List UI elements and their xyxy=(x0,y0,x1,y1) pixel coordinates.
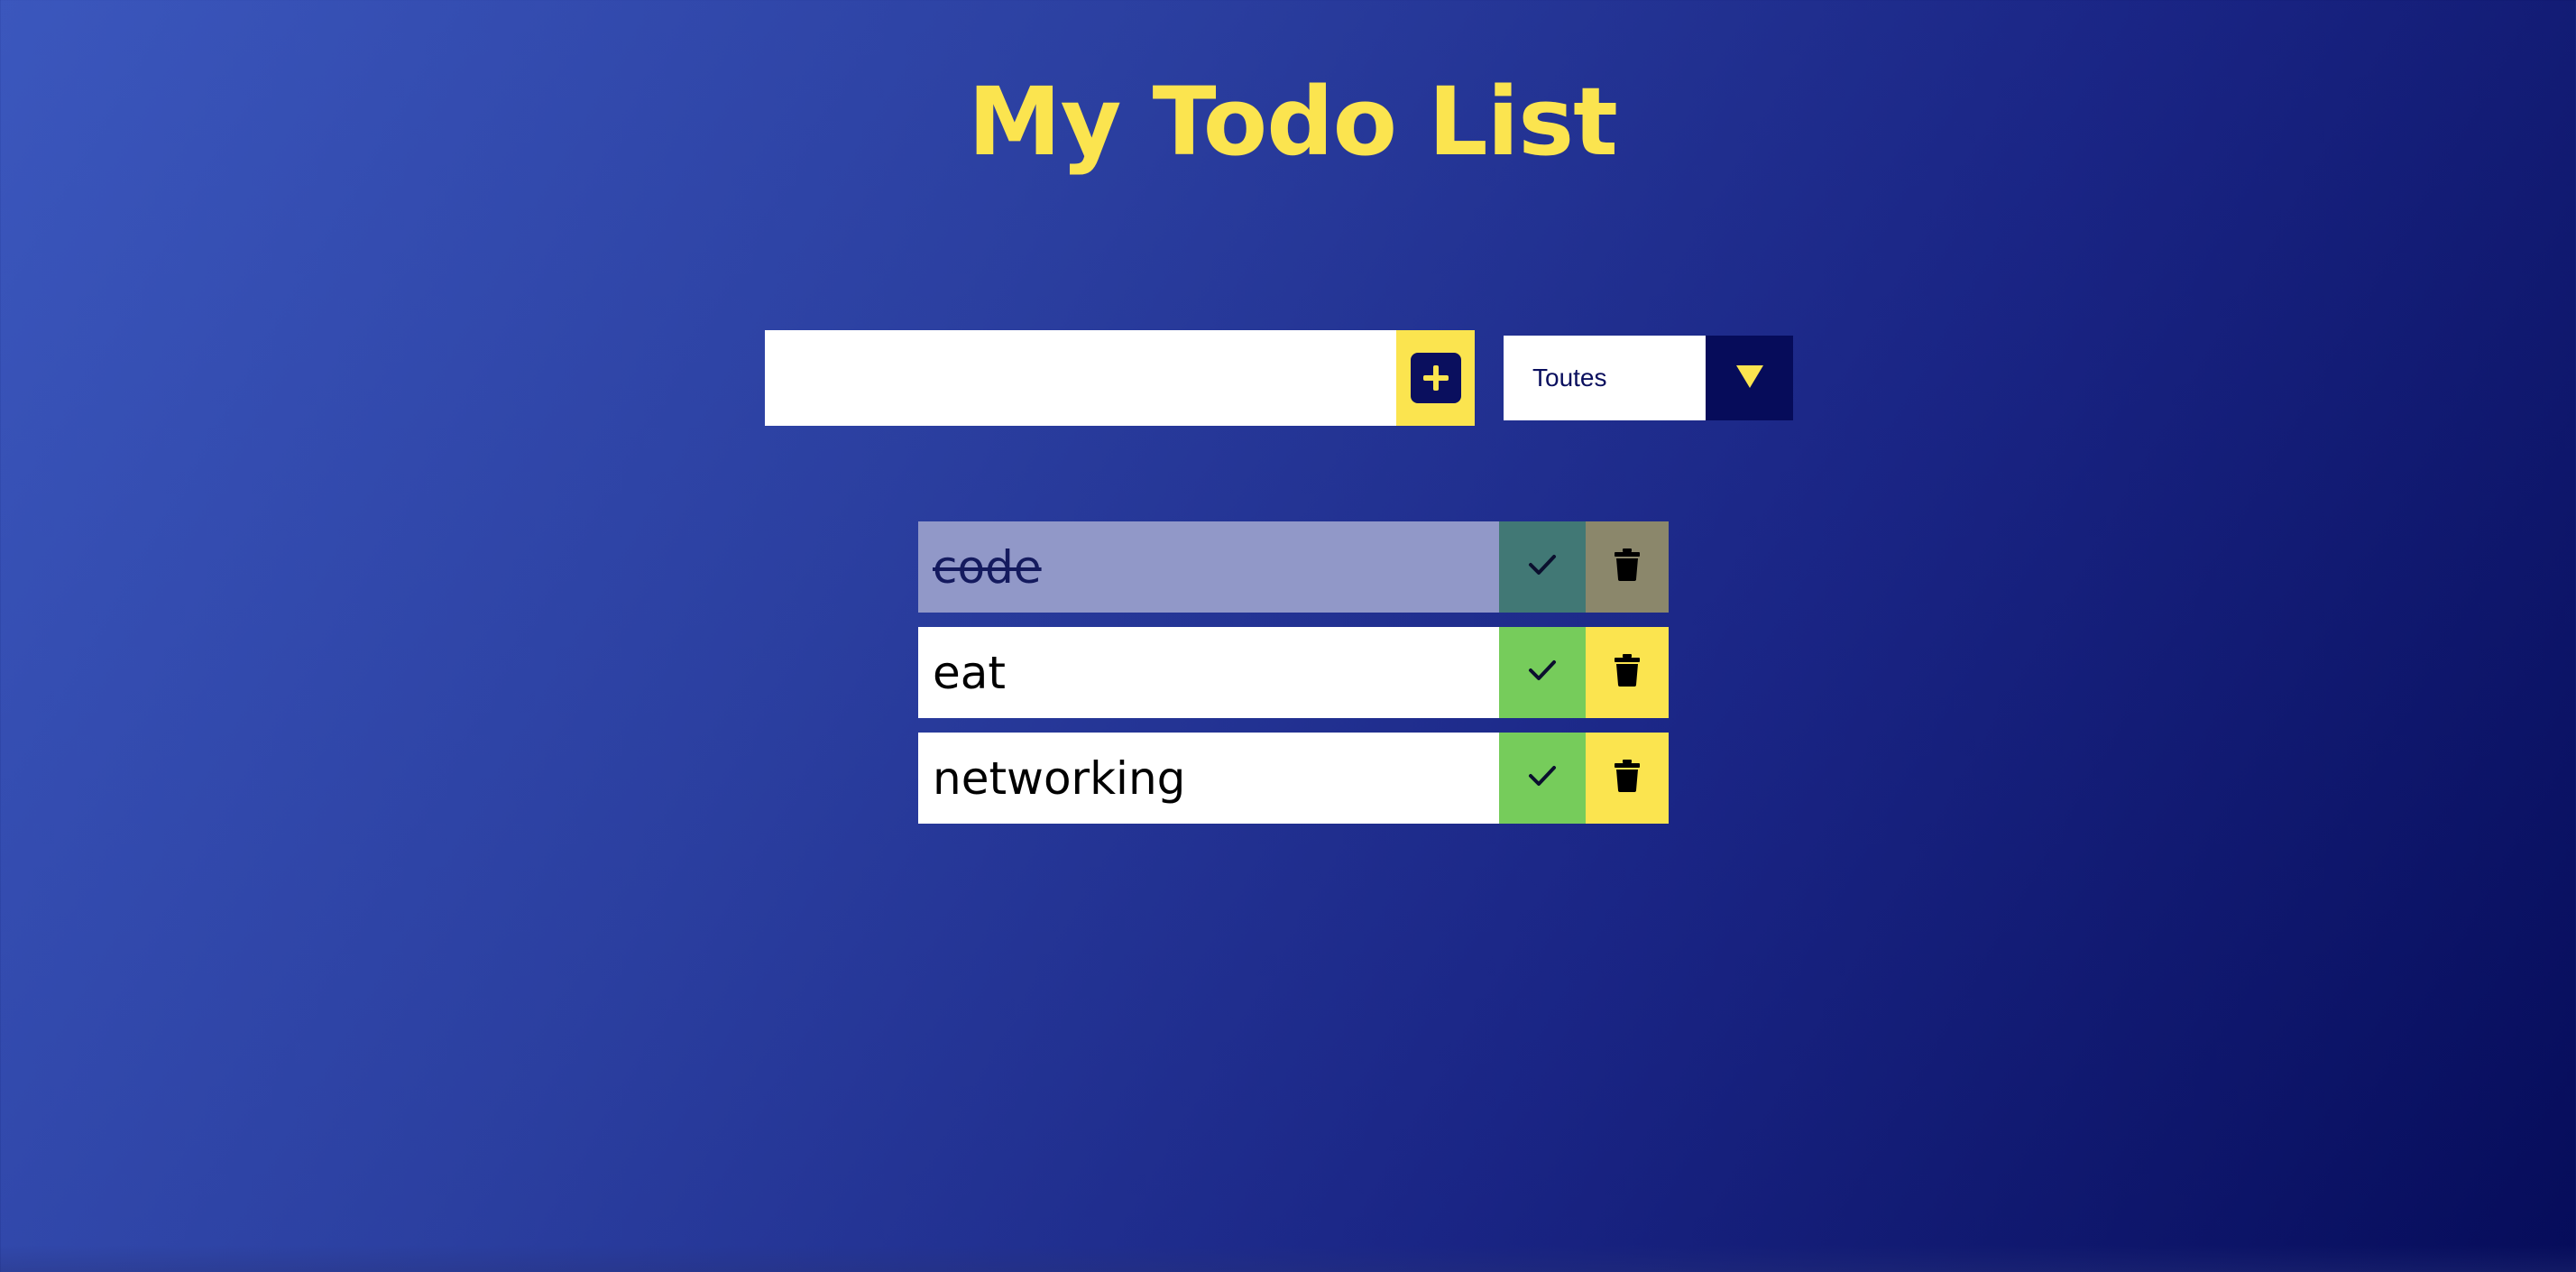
triangle-down-icon xyxy=(1734,363,1765,394)
delete-button[interactable] xyxy=(1586,627,1669,718)
trash-icon xyxy=(1614,548,1641,585)
todo-form xyxy=(765,330,1475,426)
check-icon xyxy=(1527,658,1558,687)
todo-item: code xyxy=(918,521,1669,613)
page-title: My Todo List xyxy=(968,67,1618,177)
plus-icon xyxy=(1410,353,1461,403)
check-icon xyxy=(1527,763,1558,793)
todo-item: networking xyxy=(918,733,1669,824)
todo-text: networking xyxy=(918,733,1499,824)
filter-select[interactable]: Toutes xyxy=(1504,336,1793,420)
todo-list: code eat networking xyxy=(918,521,1669,838)
filter-selected-value[interactable]: Toutes xyxy=(1504,336,1706,420)
delete-button[interactable] xyxy=(1586,521,1669,613)
filter-dropdown-button[interactable] xyxy=(1706,336,1793,420)
todo-item: eat xyxy=(918,627,1669,718)
trash-icon xyxy=(1614,654,1641,691)
todo-text: eat xyxy=(918,627,1499,718)
todo-text: code xyxy=(918,521,1499,613)
trash-icon xyxy=(1614,760,1641,797)
complete-button[interactable] xyxy=(1499,627,1586,718)
add-todo-button[interactable] xyxy=(1396,330,1475,426)
bottom-shade xyxy=(0,1245,2576,1272)
check-icon xyxy=(1527,552,1558,582)
todo-input[interactable] xyxy=(765,330,1396,426)
complete-button[interactable] xyxy=(1499,521,1586,613)
complete-button[interactable] xyxy=(1499,733,1586,824)
delete-button[interactable] xyxy=(1586,733,1669,824)
